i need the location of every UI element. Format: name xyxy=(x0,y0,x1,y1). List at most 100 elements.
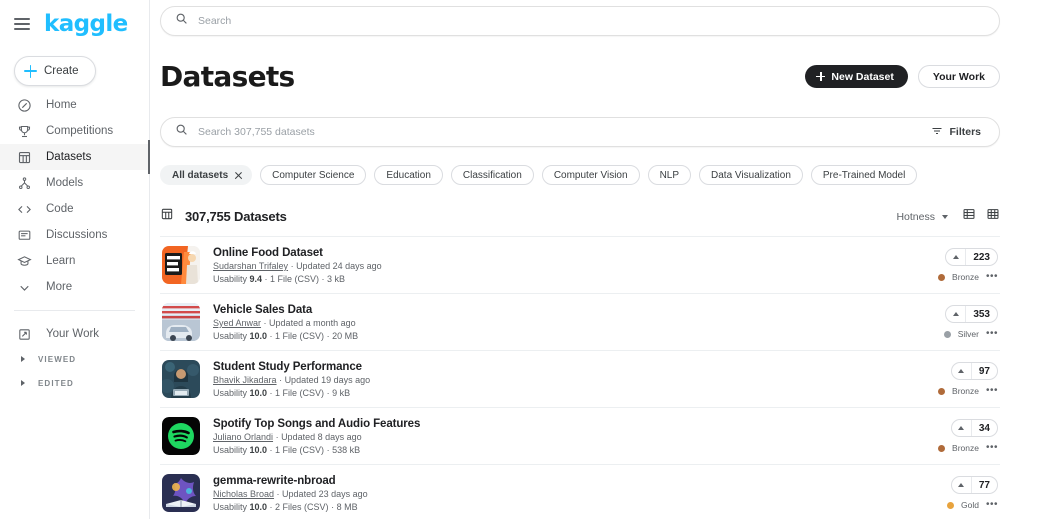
more-options-icon[interactable]: ••• xyxy=(986,272,998,282)
chip-all-datasets[interactable]: All datasets xyxy=(160,165,253,185)
upvote-arrow-icon[interactable] xyxy=(952,420,972,436)
compass-icon xyxy=(17,98,32,113)
sidebar-section-edited[interactable]: EDITED xyxy=(0,371,149,395)
dataset-files: 1 File (CSV) xyxy=(275,330,325,341)
dataset-row[interactable]: Spotify Top Songs and Audio Features Jul… xyxy=(160,407,1000,464)
chip-nlp[interactable]: NLP xyxy=(647,165,692,185)
models-icon xyxy=(17,176,32,191)
dataset-search-bar[interactable]: Filters xyxy=(160,117,1000,147)
dataset-row[interactable]: gemma-rewrite-nbroad Nicholas Broad · Up… xyxy=(160,464,1000,519)
sidebar-item-discussions[interactable]: Discussions xyxy=(0,222,149,248)
dataset-updated: Updated 19 days ago xyxy=(284,375,371,385)
upvote-arrow-icon[interactable] xyxy=(946,306,967,322)
sidebar-item-models[interactable]: Models xyxy=(0,170,149,196)
grid-view-icon[interactable] xyxy=(986,207,1000,226)
your-work-button[interactable]: Your Work xyxy=(917,65,1000,88)
vote-count: 97 xyxy=(978,365,990,377)
dataset-title[interactable]: Spotify Top Songs and Audio Features xyxy=(213,418,920,430)
more-options-icon[interactable]: ••• xyxy=(986,443,998,453)
list-view-icon[interactable] xyxy=(962,207,976,226)
sidebar-item-code[interactable]: Code xyxy=(0,196,149,222)
sort-dropdown[interactable]: Hotness xyxy=(896,211,948,223)
filters-button[interactable]: Filters xyxy=(921,121,991,143)
sidebar-section-label: VIEWED xyxy=(38,354,77,364)
dataset-author[interactable]: Juliano Orlandi xyxy=(213,432,273,442)
dataset-stats: Usability 10.0 · 2 Files (CSV) · 8 MB xyxy=(213,501,358,512)
sidebar-item-competitions[interactable]: Competitions xyxy=(0,118,149,144)
dataset-meta: Spotify Top Songs and Audio Features Jul… xyxy=(213,418,920,455)
view-toggle xyxy=(962,207,1000,226)
dataset-usability: 10.0 xyxy=(249,444,268,455)
chip-computer-vision[interactable]: Computer Vision xyxy=(541,165,640,185)
more-options-icon[interactable]: ••• xyxy=(986,329,998,339)
upvote-arrow-icon[interactable] xyxy=(952,363,972,379)
chip-education[interactable]: Education xyxy=(374,165,443,185)
dataset-row[interactable]: Online Food Dataset Sudarshan Trifaley ·… xyxy=(160,236,1000,293)
upvote-arrow-icon[interactable] xyxy=(946,249,967,265)
upvote-control[interactable]: 77 xyxy=(950,476,998,494)
sidebar-nav: Home Competitions Datasets Models Code D… xyxy=(0,92,150,300)
sidebar-item-your-work[interactable]: Your Work xyxy=(0,321,149,347)
chip-pre-trained-model[interactable]: Pre-Trained Model xyxy=(810,165,918,185)
discussions-icon xyxy=(17,228,32,243)
chevron-down-icon xyxy=(942,214,948,219)
sidebar-item-learn[interactable]: Learn xyxy=(0,248,149,274)
dataset-title[interactable]: gemma-rewrite-nbroad xyxy=(213,475,920,487)
sidebar-item-datasets[interactable]: Datasets xyxy=(0,140,150,174)
dataset-author[interactable]: Sudarshan Trifaley xyxy=(213,261,288,271)
dataset-usability: 10.0 xyxy=(249,387,268,398)
dataset-updated: Updated 24 days ago xyxy=(296,261,382,271)
more-options-icon[interactable]: ••• xyxy=(986,386,998,396)
dataset-title[interactable]: Online Food Dataset xyxy=(213,247,920,259)
sidebar: kaggle Create Home Competitions Datasets… xyxy=(0,0,150,519)
chip-data-visualization[interactable]: Data Visualization xyxy=(699,165,803,185)
clipboard-icon xyxy=(17,327,32,342)
create-button[interactable]: Create xyxy=(14,56,96,86)
dataset-meta: Vehicle Sales Data Syed Anwar · Updated … xyxy=(213,304,920,341)
dataset-row[interactable]: Vehicle Sales Data Syed Anwar · Updated … xyxy=(160,293,1000,350)
upvote-control[interactable]: 353 xyxy=(945,305,998,323)
dataset-title[interactable]: Student Study Performance xyxy=(213,361,920,373)
results-header: 307,755 Datasets Hotness xyxy=(160,207,1000,226)
upvote-control[interactable]: 97 xyxy=(950,362,998,380)
sidebar-item-label: Code xyxy=(46,203,74,215)
sidebar-item-home[interactable]: Home xyxy=(0,92,149,118)
dataset-files: 1 File (CSV) xyxy=(270,273,320,284)
dataset-usability: 10.0 xyxy=(249,501,268,512)
dataset-byline: Bhavik Jikadara · Updated 19 days ago xyxy=(213,375,920,385)
page-header: Datasets New Dataset Your Work xyxy=(160,60,1000,93)
hamburger-menu-icon[interactable] xyxy=(14,18,30,30)
global-search-input[interactable] xyxy=(198,15,985,27)
dataset-search-container: Filters xyxy=(160,117,1000,147)
dataset-author[interactable]: Bhavik Jikadara xyxy=(213,375,277,385)
filter-icon xyxy=(931,125,943,140)
dataset-author[interactable]: Syed Anwar xyxy=(213,318,261,328)
dataset-title[interactable]: Vehicle Sales Data xyxy=(213,304,920,316)
dataset-stats: Usability 10.0 · 1 File (CSV) · 9 kB xyxy=(213,387,351,398)
close-icon[interactable] xyxy=(234,171,243,180)
dataset-meta: gemma-rewrite-nbroad Nicholas Broad · Up… xyxy=(213,475,920,512)
caret-right-icon xyxy=(21,380,25,386)
dataset-stats: Usability 10.0 · 1 File (CSV) · 538 kB xyxy=(213,444,361,455)
more-options-icon[interactable]: ••• xyxy=(986,500,998,510)
sidebar-section-viewed[interactable]: VIEWED xyxy=(0,347,149,371)
new-dataset-button[interactable]: New Dataset xyxy=(805,65,908,88)
sidebar-item-label: Home xyxy=(46,99,77,111)
dataset-row[interactable]: Student Study Performance Bhavik Jikadar… xyxy=(160,350,1000,407)
dataset-author[interactable]: Nicholas Broad xyxy=(213,489,274,499)
upvote-control[interactable]: 223 xyxy=(945,248,998,266)
global-search-bar[interactable] xyxy=(160,6,1000,36)
results-controls: Hotness xyxy=(896,207,1000,226)
dataset-search-input[interactable] xyxy=(198,126,912,138)
dataset-size: 8 MB xyxy=(336,501,358,512)
dataset-byline: Juliano Orlandi · Updated 8 days ago xyxy=(213,432,920,442)
sidebar-item-more[interactable]: More xyxy=(0,274,149,300)
dataset-badge-row: Bronze ••• xyxy=(938,386,998,396)
vote-count: 223 xyxy=(973,251,990,263)
chip-classification[interactable]: Classification xyxy=(450,165,534,185)
upvote-arrow-icon[interactable] xyxy=(952,477,972,493)
medal-icon xyxy=(947,501,955,509)
upvote-control[interactable]: 34 xyxy=(950,419,998,437)
chip-computer-science[interactable]: Computer Science xyxy=(260,165,367,185)
kaggle-logo[interactable]: kaggle xyxy=(44,12,128,36)
